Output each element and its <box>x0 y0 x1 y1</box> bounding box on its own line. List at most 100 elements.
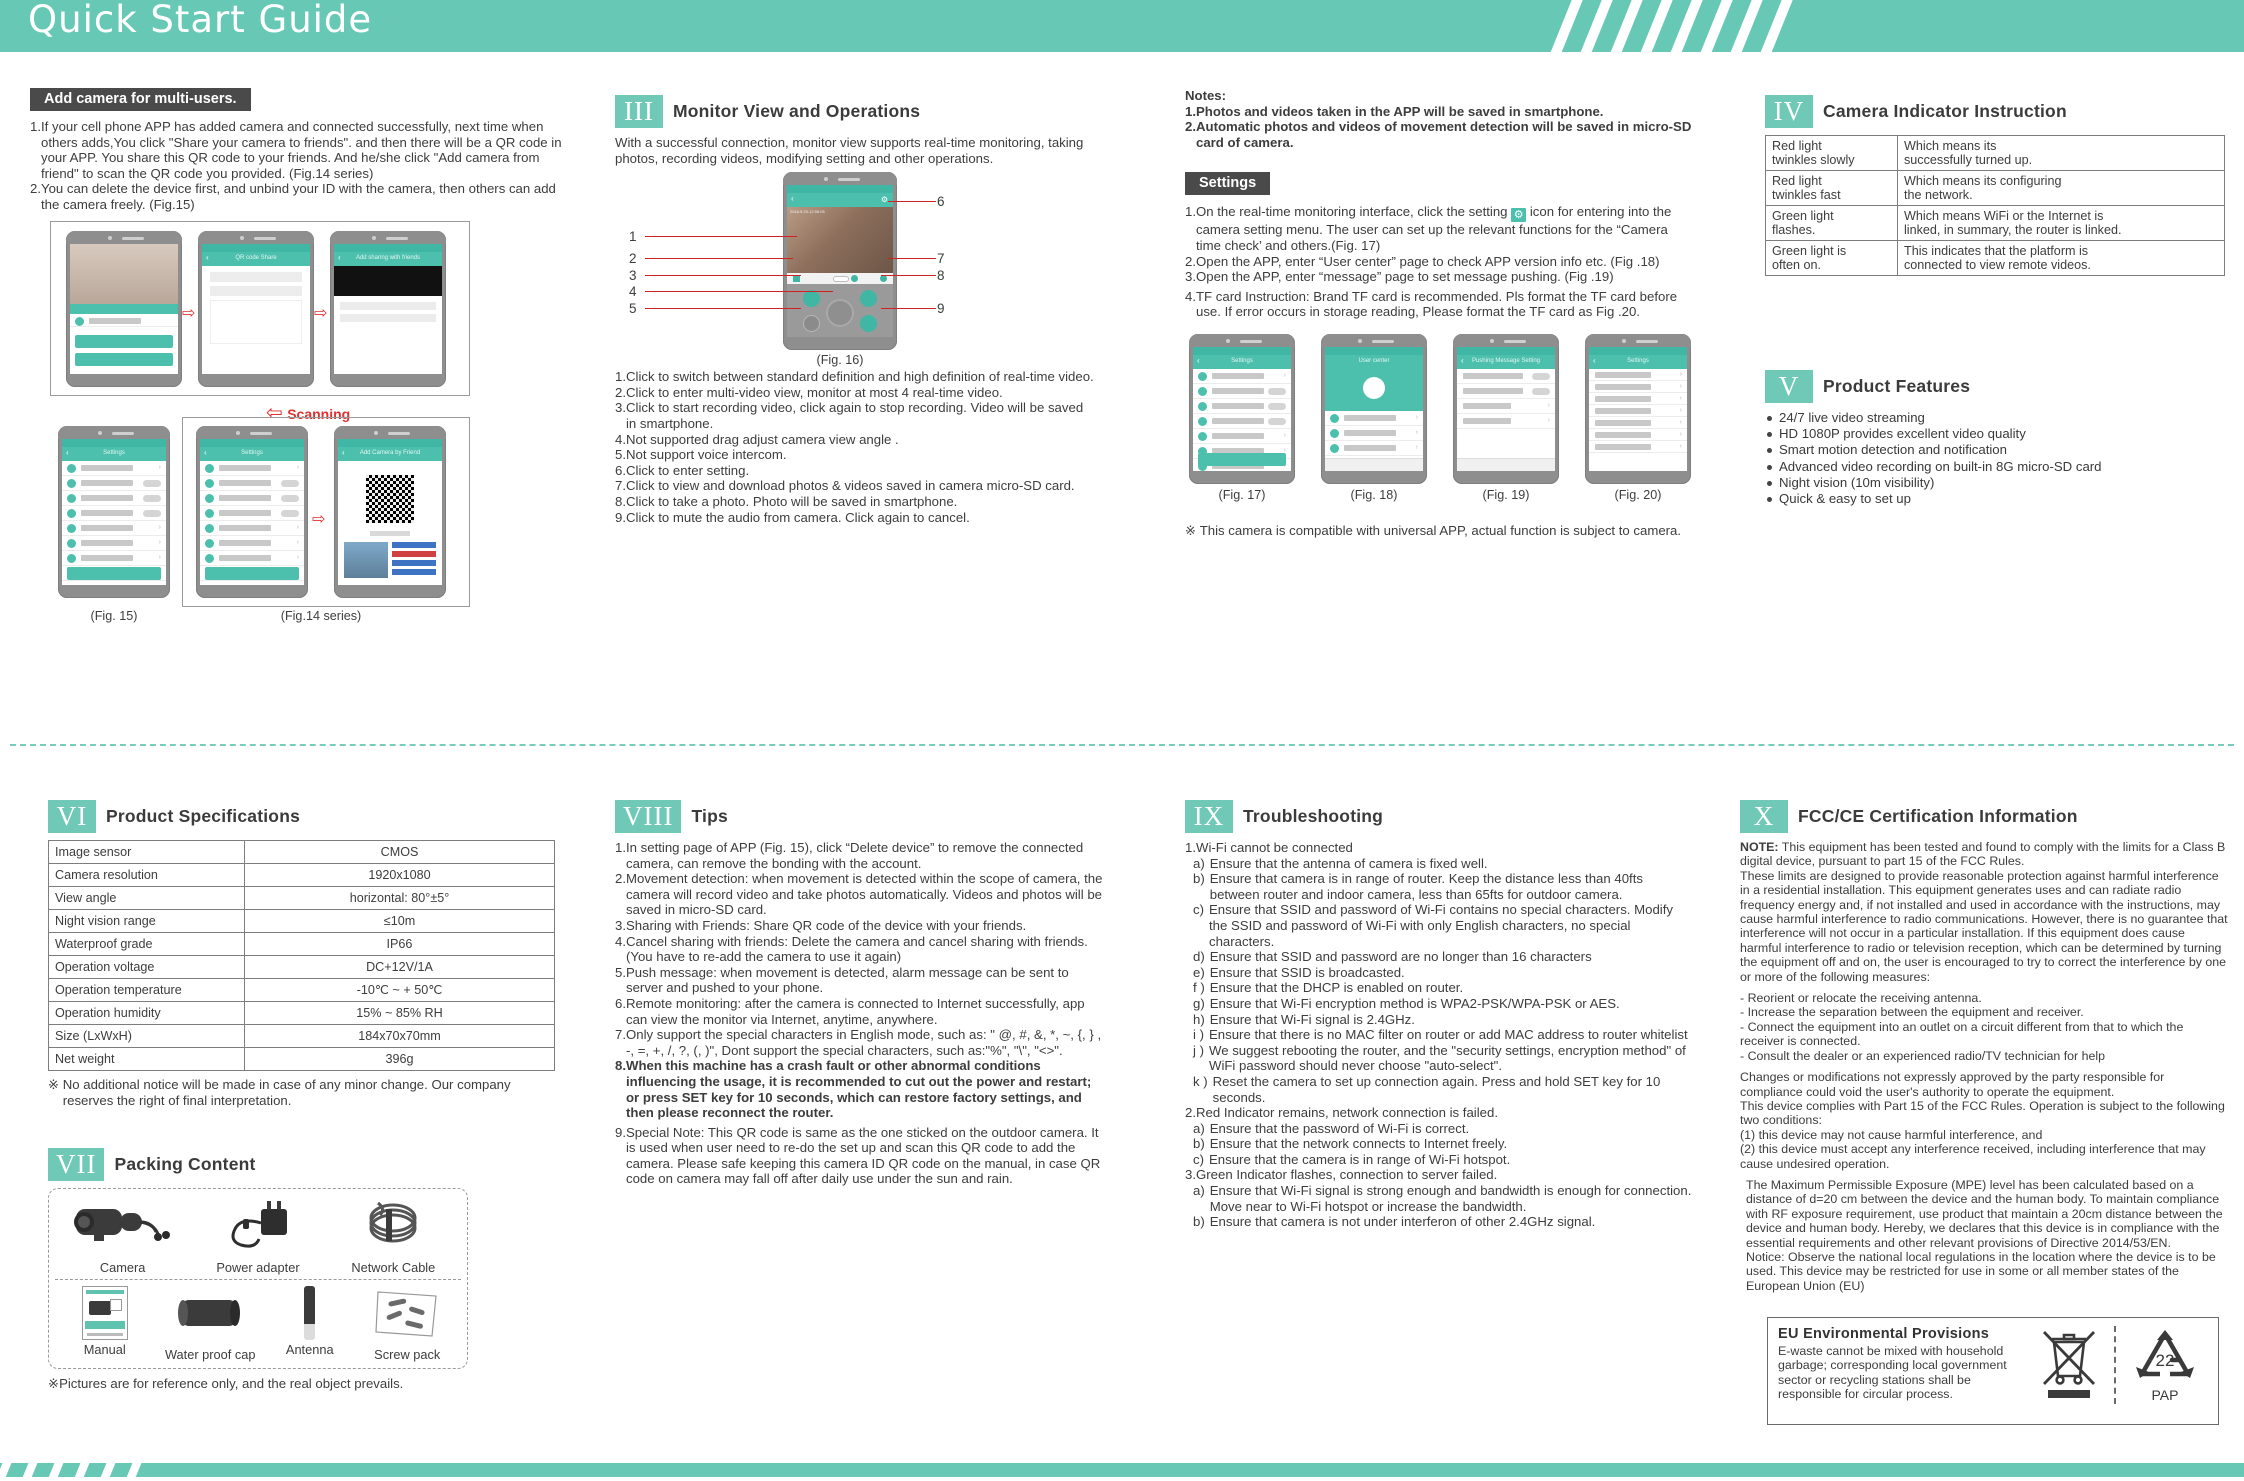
svg-text:22: 22 <box>2156 1351 2175 1370</box>
dpad-control[interactable] <box>826 299 854 328</box>
list-item: a) Ensure that the antenna of camera is f… <box>1193 856 1693 872</box>
list-item-text: When this machine has a crash fault or o… <box>626 1058 1092 1121</box>
list-item-number: 9. <box>615 1124 626 1140</box>
packing-content-section: VII Packing Content Camera Power adapter… <box>48 1148 528 1392</box>
packing-item-label: Screw pack <box>374 1347 441 1362</box>
list-item-key: a) <box>1193 1120 1205 1136</box>
group-title-text: Green Indicator flashes, connection to s… <box>1196 1167 1498 1183</box>
list-item-number: 2. <box>1185 253 1196 269</box>
spec-key: Operation temperature <box>48 978 245 1002</box>
list-item: 9. Click to mute the audio from camera. C… <box>615 510 1095 526</box>
record-button[interactable] <box>803 290 820 308</box>
packing-item-antenna: Antenna <box>268 1286 352 1362</box>
list-item-text: Special Note: This QR code is same as th… <box>626 1124 1101 1187</box>
gear-icon[interactable]: ⚙ <box>881 195 888 204</box>
tips-section: VIII Tips 1. In setting page of APP (Fig.… <box>615 800 1115 1187</box>
table-row: View angle horizontal: 80°±5° <box>48 886 555 910</box>
list-item: h) Ensure that Wi-Fi signal is 2.4GHz. <box>1193 1012 1693 1028</box>
list-item: b) Ensure that the network connects to In… <box>1193 1136 1693 1152</box>
spec-value: 184x70x70mm <box>244 1024 555 1048</box>
table-row: Red light twinkles slowly Which means it… <box>1765 135 2225 171</box>
table-row: Operation temperature -10℃ ~ + 50℃ <box>48 978 555 1002</box>
list-item: i ) Ensure that there is no MAC filter on… <box>1193 1027 1693 1043</box>
arrow-right-icon: ⇨ <box>314 304 328 322</box>
spec-value: DC+12V/1A <box>244 955 555 979</box>
list-item-number: 7. <box>615 1027 626 1043</box>
wheelie-bin-icon <box>2030 1326 2108 1400</box>
photo-button[interactable] <box>860 290 877 308</box>
group-number: 2. <box>1185 1105 1196 1121</box>
indicator-state: Green light is often on. <box>1765 240 1898 276</box>
fcc-paragraph-1: These limits are designed to provide rea… <box>1740 868 2228 984</box>
list-item-key: c) <box>1193 902 1204 918</box>
list-item-text: Open the APP, enter “User center” page t… <box>1196 253 1660 269</box>
list-item-text: Ensure that SSID and password of Wi-Fi c… <box>1209 902 1673 949</box>
list-item-number: 8. <box>615 493 626 509</box>
table-row: Image sensor CMOS <box>48 840 555 864</box>
notes-settings-section: Notes: 1. Photos and videos taken in the … <box>1185 88 1705 539</box>
table-row: Operation humidity 15% ~ 85% RH <box>48 1001 555 1025</box>
list-item: f ) Ensure that the DHCP is enabled on ro… <box>1193 980 1693 996</box>
mute-button[interactable] <box>860 315 877 333</box>
spec-value: horizontal: 80°±5° <box>244 886 555 910</box>
indicator-state: Red light twinkles fast <box>1765 170 1898 206</box>
spec-key: Size (LxWxH) <box>48 1024 245 1048</box>
figure-caption-fig18: (Fig. 18) <box>1350 487 1398 502</box>
group-title-text: Red Indicator remains, network connectio… <box>1196 1105 1498 1121</box>
footer-stripe-decoration <box>0 1457 620 1481</box>
list-item-key: d) <box>1193 949 1205 965</box>
notes-heading: Notes: <box>1185 88 1227 103</box>
fcc-measure-3: - Connect the equipment into an outlet o… <box>1740 1019 2184 1049</box>
list-item: a) Ensure that the password of Wi-Fi is c… <box>1193 1121 1693 1137</box>
list-item-text: Click to mute the audio from camera. Cli… <box>626 509 970 525</box>
list-item: 2. Movement detection: when movement is d… <box>615 871 1105 918</box>
indicator-state: Green light flashes. <box>1765 205 1898 241</box>
reference-mark-icon: ※ <box>1185 522 1200 538</box>
list-item: HD 1080P provides excellent video qualit… <box>1765 426 2235 442</box>
fcc-section-header: X FCC/CE Certification Information <box>1740 800 2240 833</box>
spec-key: Operation humidity <box>48 1001 245 1025</box>
list-item: 2. Click to enter multi-video view, monit… <box>615 385 1095 401</box>
packing-item-camera: Camera <box>58 1197 188 1275</box>
list-item-number: 3. <box>615 400 626 416</box>
table-row: Operation voltage DC+12V/1A <box>48 955 555 979</box>
packing-box: Camera Power adapter Network Cable Manua… <box>48 1188 468 1369</box>
packing-item-label: Manual <box>83 1342 126 1357</box>
list-item-number: 8. <box>615 1058 626 1074</box>
phone-mockup-fig18: User center › › › <box>1321 333 1427 484</box>
add-camera-multiusers-section: Add camera for multi-users. 1. If your c… <box>30 88 570 721</box>
monitor-operations-list: 1. Click to switch between standard defin… <box>615 369 1095 525</box>
intercom-button[interactable] <box>803 315 820 333</box>
packing-row-2: Manual Water proof cap Antenna Screw pac… <box>55 1286 461 1362</box>
list-item-text: Only support the special characters in E… <box>626 1027 1102 1058</box>
list-item-number: 2. <box>615 384 626 400</box>
packing-item-network-cable: Network Cable <box>328 1197 458 1275</box>
list-item: 1. Photos and videos taken in the APP wil… <box>1185 104 1695 120</box>
list-item-key: b) <box>1193 871 1205 887</box>
packing-item-label: Power adapter <box>216 1260 300 1275</box>
notes-list: 1. Photos and videos taken in the APP wil… <box>1185 104 1695 151</box>
packing-item-label: Network Cable <box>351 1260 436 1275</box>
settings-list: 1. On the real-time monitoring interface… <box>1185 204 1685 320</box>
list-item-text: Ensure that Wi-Fi signal is 2.4GHz. <box>1209 1011 1415 1027</box>
table-row: Green light flashes. Which means WiFi or… <box>1765 205 2225 241</box>
list-item: j ) We suggest rebooting the router, and … <box>1193 1043 1693 1074</box>
phone-mockup-add-sharing: ‹ Add sharing with friends <box>330 230 446 387</box>
list-item-number: 2. <box>615 871 626 887</box>
trouble-group-title: 2. Red Indicator remains, network connec… <box>1185 1105 1695 1121</box>
section-title: FCC/CE Certification Information <box>1798 806 2078 826</box>
list-item: c) Ensure that SSID and password of Wi-Fi… <box>1193 902 1693 949</box>
fcc-section: X FCC/CE Certification Information NOTE:… <box>1740 800 2240 1293</box>
group-number: 1. <box>1185 840 1196 855</box>
spec-value: ≤10m <box>244 909 555 933</box>
camera-indicator-section: IV Camera Indicator Instruction Red ligh… <box>1765 95 2235 276</box>
table-row: Size (LxWxH) 184x70x70mm <box>48 1024 555 1048</box>
callout-7: 7 <box>937 251 945 267</box>
list-item-key: h) <box>1193 1011 1205 1027</box>
fcc-paragraph-3: The Maximum Permissible Exposure (MPE) l… <box>1746 1177 2223 1293</box>
phone-mockup-settings-share: ‹Settings › › › › › <box>196 425 308 598</box>
list-item-text: Click to enter multi-video view, monitor… <box>626 384 1003 400</box>
list-item: 8. Click to take a photo. Photo will be s… <box>615 494 1095 510</box>
spec-value: 15% ~ 85% RH <box>244 1001 555 1025</box>
list-item-text: Automatic photos and videos of movement … <box>1196 119 1692 150</box>
